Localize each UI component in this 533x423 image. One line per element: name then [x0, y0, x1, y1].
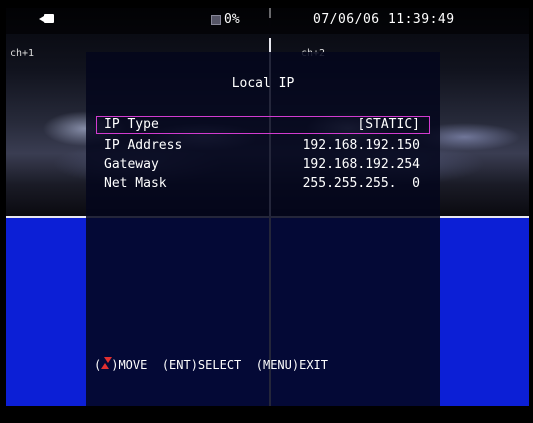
menu-title: Local IP — [231, 76, 295, 91]
menu-row-value[interactable]: 192.168.192.254 — [303, 157, 420, 172]
local-ip-menu: Local IP IP Type [STATIC] IP Address 192… — [86, 52, 440, 406]
menu-row-value[interactable]: [STATIC] — [357, 117, 420, 132]
menu-row-label: IP Type — [104, 117, 159, 132]
menu-row-value[interactable]: 192.168.192.150 — [303, 138, 420, 153]
exit-hint: (MENU)EXIT — [255, 358, 328, 372]
menu-row-ip-type[interactable]: IP Type [STATIC] — [96, 116, 430, 134]
storage-icon — [211, 15, 221, 25]
select-hint: (ENT)SELECT — [161, 358, 242, 372]
bottom-border — [6, 406, 529, 423]
disk-usage: 0% — [224, 12, 240, 27]
up-down-arrows-icon — [101, 357, 113, 370]
channel-label-1: ch+1 — [10, 48, 35, 59]
menu-row-ip-address[interactable]: IP Address 192.168.192.150 — [96, 137, 430, 155]
menu-row-label: Gateway — [104, 157, 159, 172]
video-frame: 0% 07/06/06 11:39:49 ch+1 ch+2 Local IP … — [6, 8, 529, 406]
move-hint: )MOVE — [111, 358, 148, 372]
menu-row-net-mask[interactable]: Net Mask 255.255.255. 0 — [96, 175, 430, 193]
menu-row-label: IP Address — [104, 138, 183, 153]
status-bar: 0% 07/06/06 11:39:49 — [6, 8, 529, 34]
menu-row-gateway[interactable]: Gateway 192.168.192.254 — [96, 156, 430, 174]
camera-icon — [39, 14, 54, 23]
menu-row-value[interactable]: 255.255.255. 0 — [303, 176, 420, 191]
menu-row-label: Net Mask — [104, 176, 167, 191]
datetime-display: 07/06/06 11:39:49 — [313, 12, 455, 27]
menu-footer-hints: ()MOVE (ENT)SELECT (MENU)EXIT — [94, 357, 328, 372]
